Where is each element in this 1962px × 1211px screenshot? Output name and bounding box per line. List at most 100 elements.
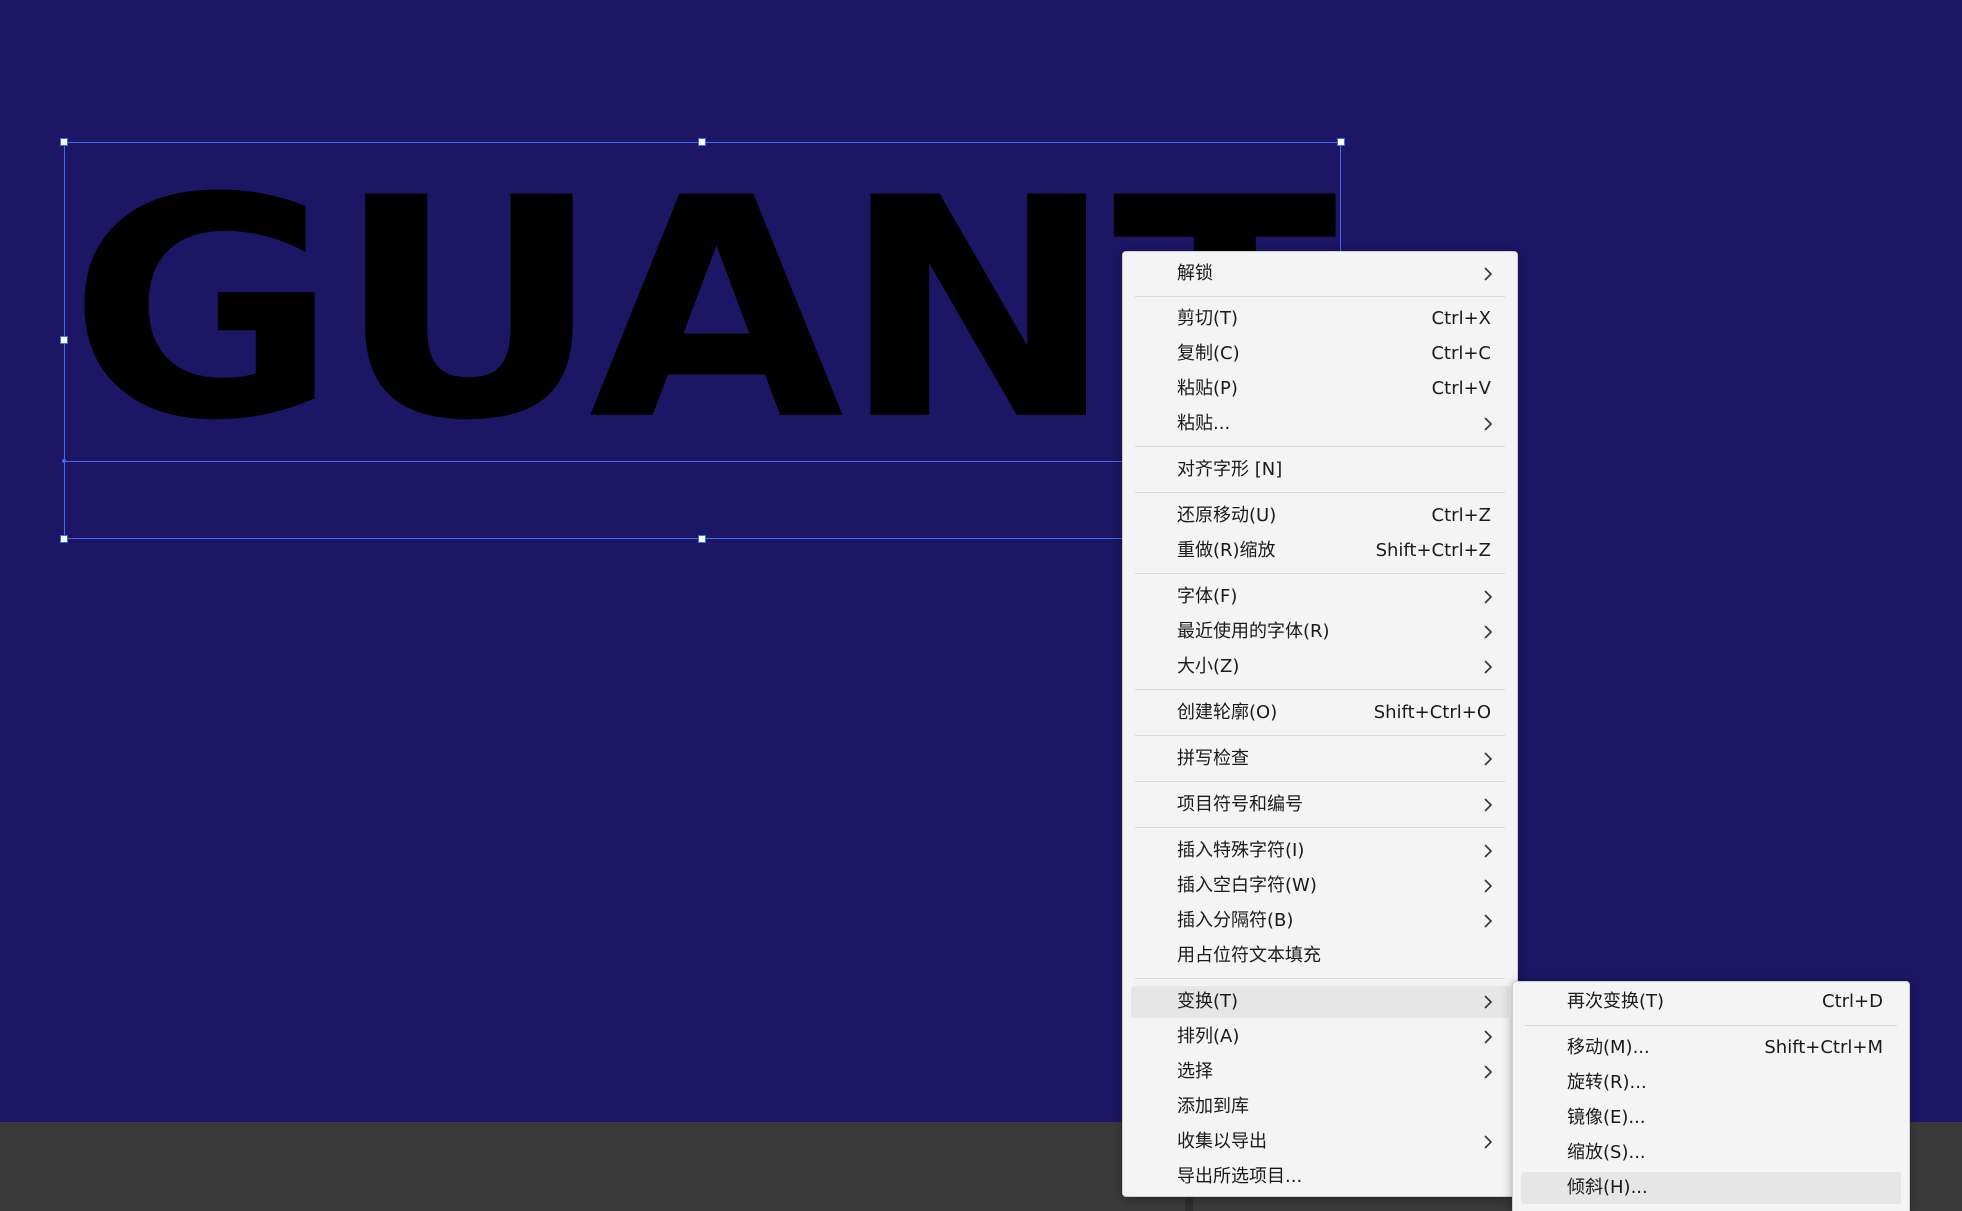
menu-item-transform[interactable]: 变换(T) bbox=[1131, 986, 1509, 1018]
menu-item-font[interactable]: 字体(F) bbox=[1131, 581, 1509, 613]
menu-item-label: 倾斜(H)... bbox=[1567, 1177, 1648, 1198]
chevron-right-icon bbox=[1481, 1126, 1495, 1158]
resize-handle-top-left[interactable] bbox=[60, 138, 68, 146]
menu-item-label: 导出所选项目... bbox=[1177, 1166, 1303, 1187]
menu-item-shortcut: Ctrl+Z bbox=[1431, 505, 1491, 526]
menu-separator bbox=[1135, 781, 1505, 782]
menu-item-label: 拼写检查 bbox=[1177, 748, 1249, 769]
menu-separator bbox=[1135, 573, 1505, 574]
menu-separator bbox=[1525, 1025, 1897, 1026]
menu-item-label: 解锁 bbox=[1177, 263, 1213, 284]
menu-item-cut[interactable]: 剪切(T) Ctrl+X bbox=[1131, 303, 1509, 335]
menu-item-insert-special-char[interactable]: 插入特殊字符(I) bbox=[1131, 835, 1509, 867]
menu-item-label: 项目符号和编号 bbox=[1177, 794, 1303, 815]
menu-item-shortcut: Ctrl+D bbox=[1822, 991, 1883, 1012]
menu-item-label: 收集以导出 bbox=[1177, 1131, 1267, 1152]
menu-separator bbox=[1135, 978, 1505, 979]
menu-item-label: 创建轮廓(O) bbox=[1177, 702, 1278, 723]
resize-handle-middle-left[interactable] bbox=[60, 336, 68, 344]
menu-item-redo-scale[interactable]: 重做(R)缩放 Shift+Ctrl+Z bbox=[1131, 535, 1509, 567]
chevron-right-icon bbox=[1481, 870, 1495, 902]
submenu-item-transform-again[interactable]: 再次变换(T) Ctrl+D bbox=[1521, 986, 1901, 1018]
chevron-right-icon bbox=[1481, 905, 1495, 937]
menu-item-shortcut: Ctrl+X bbox=[1431, 308, 1491, 329]
chevron-right-icon bbox=[1481, 1056, 1495, 1088]
menu-item-label: 对齐字形 [N] bbox=[1177, 459, 1283, 480]
menu-separator bbox=[1135, 492, 1505, 493]
menu-item-label: 再次变换(T) bbox=[1567, 991, 1665, 1012]
menu-item-label: 插入特殊字符(I) bbox=[1177, 840, 1305, 861]
menu-item-select[interactable]: 选择 bbox=[1131, 1056, 1509, 1088]
menu-item-collect-for-export[interactable]: 收集以导出 bbox=[1131, 1126, 1509, 1158]
submenu-item-move[interactable]: 移动(M)... Shift+Ctrl+M bbox=[1521, 1032, 1901, 1064]
menu-item-label: 复制(C) bbox=[1177, 343, 1240, 364]
menu-item-label: 选择 bbox=[1177, 1061, 1213, 1082]
menu-item-shortcut: Ctrl+C bbox=[1431, 343, 1491, 364]
chevron-right-icon bbox=[1481, 408, 1495, 440]
menu-item-shortcut: Shift+Ctrl+O bbox=[1373, 702, 1491, 723]
transform-submenu: 再次变换(T) Ctrl+D 移动(M)... Shift+Ctrl+M 旋转(… bbox=[1512, 981, 1910, 1211]
menu-item-recent-fonts[interactable]: 最近使用的字体(R) bbox=[1131, 616, 1509, 648]
menu-item-label: 排列(A) bbox=[1177, 1026, 1240, 1047]
resize-handle-top-center[interactable] bbox=[698, 138, 706, 146]
menu-item-label: 还原移动(U) bbox=[1177, 505, 1277, 526]
menu-item-shortcut: Ctrl+V bbox=[1431, 378, 1491, 399]
text-baseline bbox=[64, 461, 1184, 462]
submenu-item-reflect[interactable]: 镜像(E)... bbox=[1521, 1102, 1901, 1134]
chevron-right-icon bbox=[1481, 258, 1495, 290]
chevron-right-icon bbox=[1481, 616, 1495, 648]
menu-item-insert-break[interactable]: 插入分隔符(B) bbox=[1131, 905, 1509, 937]
menu-item-paste[interactable]: 粘贴(P) Ctrl+V bbox=[1131, 373, 1509, 405]
submenu-item-rotate[interactable]: 旋转(R)... bbox=[1521, 1067, 1901, 1099]
chevron-right-icon bbox=[1481, 986, 1495, 1018]
menu-item-label: 剪切(T) bbox=[1177, 308, 1239, 329]
menu-item-paste-special[interactable]: 粘贴... bbox=[1131, 408, 1509, 440]
menu-item-label: 变换(T) bbox=[1177, 991, 1239, 1012]
chevron-right-icon bbox=[1481, 651, 1495, 683]
baseline-anchor-point[interactable] bbox=[62, 459, 66, 463]
menu-item-arrange[interactable]: 排列(A) bbox=[1131, 1021, 1509, 1053]
menu-item-fill-placeholder[interactable]: 用占位符文本填充 bbox=[1131, 940, 1509, 972]
menu-item-undo-move[interactable]: 还原移动(U) Ctrl+Z bbox=[1131, 500, 1509, 532]
menu-item-shortcut: Shift+Ctrl+M bbox=[1764, 1037, 1883, 1058]
menu-item-label: 粘贴(P) bbox=[1177, 378, 1238, 399]
menu-separator bbox=[1135, 446, 1505, 447]
menu-item-label: 镜像(E)... bbox=[1567, 1107, 1646, 1128]
menu-item-label: 重做(R)缩放 bbox=[1177, 540, 1276, 561]
context-menu: 解锁 剪切(T) Ctrl+X 复制(C) Ctrl+C 粘贴(P) Ctrl+… bbox=[1122, 251, 1518, 1197]
chevron-right-icon bbox=[1481, 789, 1495, 821]
resize-handle-top-right[interactable] bbox=[1337, 138, 1345, 146]
menu-item-unlock[interactable]: 解锁 bbox=[1131, 258, 1509, 290]
artboard-canvas[interactable]: GUANT bbox=[0, 0, 1962, 1122]
menu-item-snap-to-glyph[interactable]: 对齐字形 [N] bbox=[1131, 454, 1509, 486]
menu-item-shortcut: Shift+Ctrl+Z bbox=[1375, 540, 1491, 561]
menu-separator bbox=[1135, 827, 1505, 828]
menu-item-label: 旋转(R)... bbox=[1567, 1072, 1647, 1093]
menu-separator bbox=[1135, 689, 1505, 690]
menu-separator bbox=[1135, 296, 1505, 297]
menu-item-insert-whitespace[interactable]: 插入空白字符(W) bbox=[1131, 870, 1509, 902]
menu-item-create-outlines[interactable]: 创建轮廓(O) Shift+Ctrl+O bbox=[1131, 697, 1509, 729]
resize-handle-bottom-center[interactable] bbox=[698, 535, 706, 543]
chevron-right-icon bbox=[1481, 581, 1495, 613]
resize-handle-bottom-left[interactable] bbox=[60, 535, 68, 543]
submenu-item-shear[interactable]: 倾斜(H)... bbox=[1521, 1172, 1901, 1204]
menu-item-export-selection[interactable]: 导出所选项目... bbox=[1131, 1161, 1509, 1193]
chevron-right-icon bbox=[1481, 835, 1495, 867]
menu-item-label: 大小(Z) bbox=[1177, 656, 1240, 677]
chevron-right-icon bbox=[1481, 1021, 1495, 1053]
menu-item-label: 用占位符文本填充 bbox=[1177, 945, 1321, 966]
menu-item-label: 粘贴... bbox=[1177, 413, 1231, 434]
menu-item-spell-check[interactable]: 拼写检查 bbox=[1131, 743, 1509, 775]
menu-item-copy[interactable]: 复制(C) Ctrl+C bbox=[1131, 338, 1509, 370]
menu-item-bullets-numbering[interactable]: 项目符号和编号 bbox=[1131, 789, 1509, 821]
submenu-item-scale[interactable]: 缩放(S)... bbox=[1521, 1137, 1901, 1169]
menu-item-label: 最近使用的字体(R) bbox=[1177, 621, 1330, 642]
chevron-right-icon bbox=[1481, 743, 1495, 775]
menu-item-add-to-library[interactable]: 添加到库 bbox=[1131, 1091, 1509, 1123]
menu-item-label: 插入空白字符(W) bbox=[1177, 875, 1317, 896]
menu-separator bbox=[1135, 735, 1505, 736]
menu-item-label: 插入分隔符(B) bbox=[1177, 910, 1294, 931]
menu-item-size[interactable]: 大小(Z) bbox=[1131, 651, 1509, 683]
menu-item-label: 缩放(S)... bbox=[1567, 1142, 1646, 1163]
